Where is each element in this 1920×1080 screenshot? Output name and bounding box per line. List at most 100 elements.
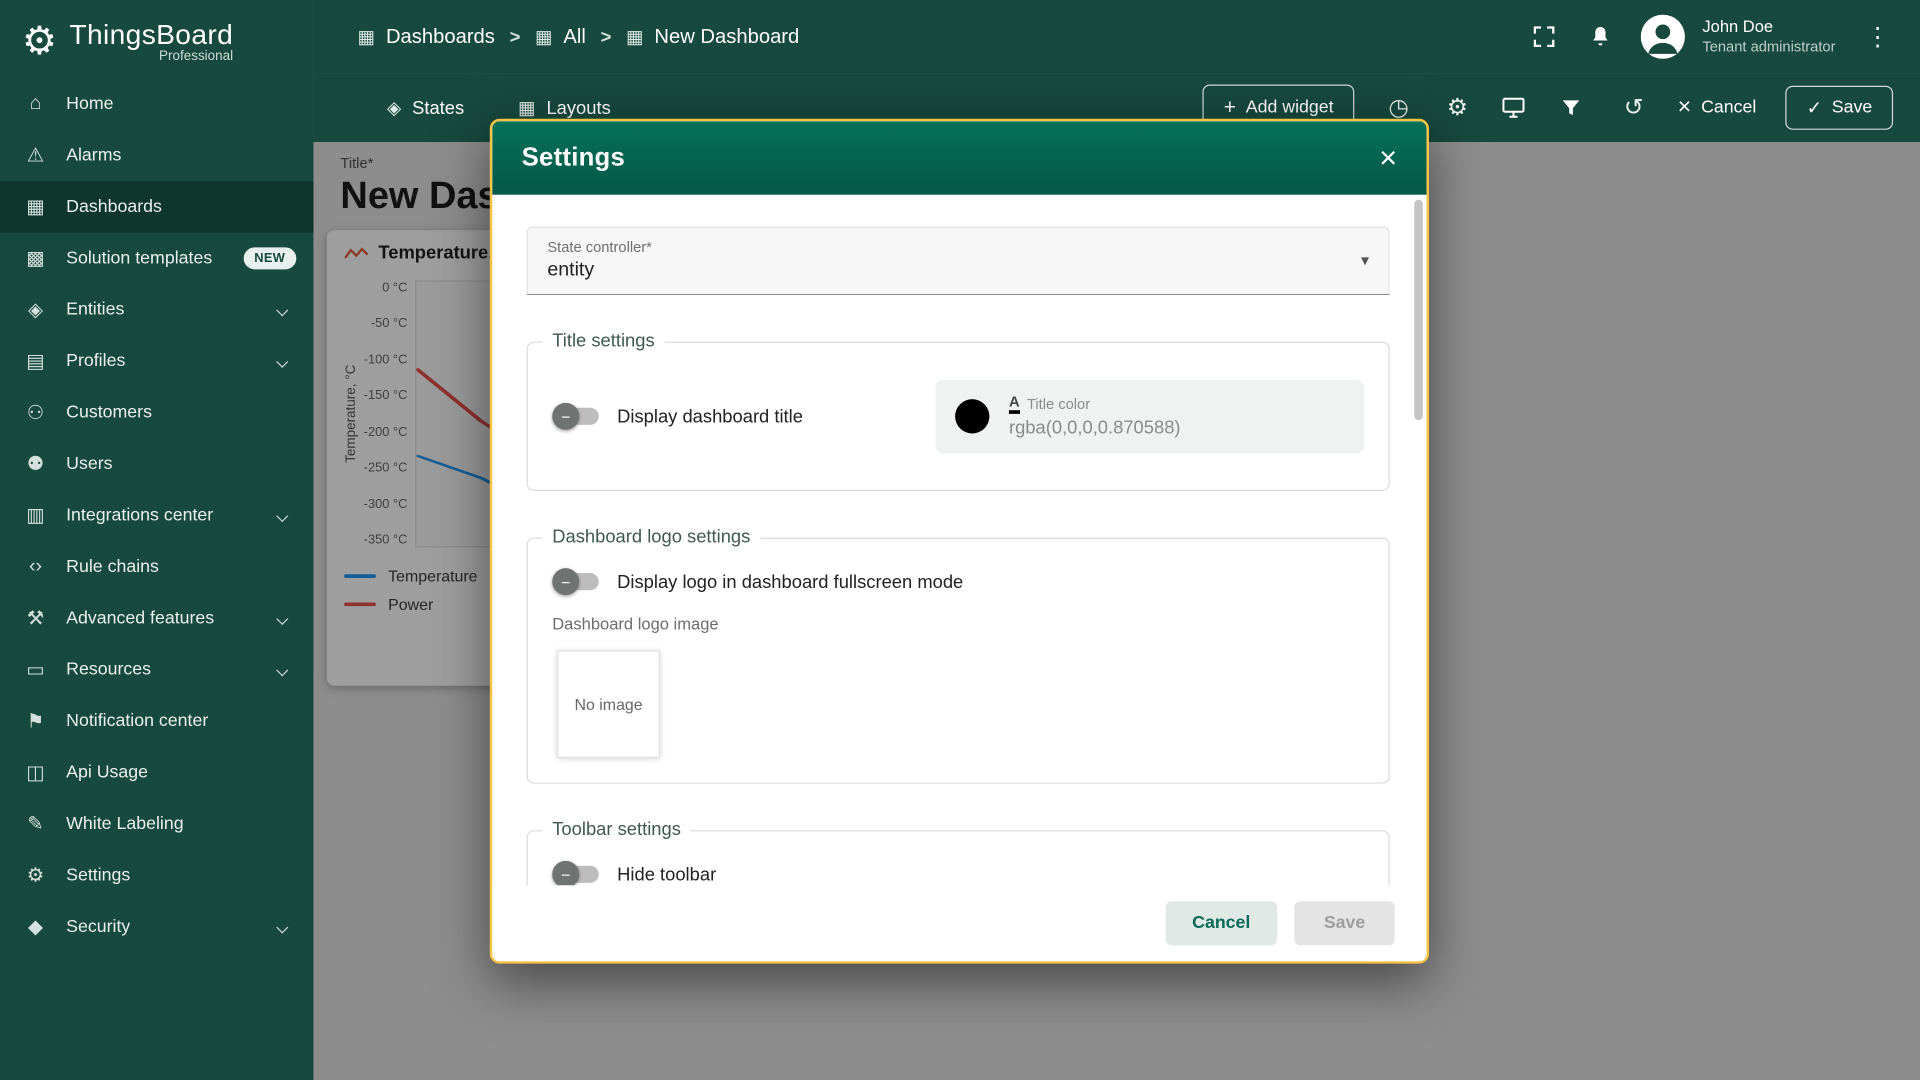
breadcrumb-separator: > (510, 26, 521, 47)
integrations-icon: ▥ (22, 503, 49, 527)
layouts-label: Layouts (546, 97, 610, 118)
sidebar-item-label: Home (66, 94, 113, 114)
sidebar-item-api-usage[interactable]: ◫ Api Usage (0, 747, 313, 798)
layouts-icon: ▦ (518, 97, 535, 119)
dashboard-settings-gear-icon[interactable]: ⚙ (1443, 94, 1472, 122)
sidebar-item-rule-chains[interactable]: ‹› Rule chains (0, 541, 313, 592)
breadcrumb: ▦ Dashboards > ▦ All > ▦ New Dashboard (358, 25, 800, 48)
sidebar-item-label: Users (66, 454, 112, 474)
sidebar-item-white-labeling[interactable]: ✎ White Labeling (0, 798, 313, 849)
timewindow-clock-icon[interactable]: ◷ (1384, 94, 1413, 122)
title-color-value: rgba(0,0,0,0.870588) (1009, 418, 1181, 439)
title-color-label: Title color (1027, 396, 1090, 413)
brand-logo[interactable]: ⚙ ThingsBoard Professional (0, 0, 313, 78)
display-logo-fullscreen-label: Display logo in dashboard fullscreen mod… (617, 571, 963, 592)
breadcrumb-dashboards[interactable]: ▦ Dashboards (358, 25, 495, 48)
title-color-swatch[interactable] (955, 399, 989, 433)
fullscreen-icon[interactable] (1528, 21, 1560, 53)
cancel-button[interactable]: Cancel (1165, 901, 1277, 945)
sidebar-item-profiles[interactable]: ▤ Profiles (0, 336, 313, 387)
sidebar-item-home[interactable]: ⌂ Home (0, 78, 313, 129)
user-avatar[interactable] (1641, 15, 1685, 59)
sidebar-item-label: Notification center (66, 711, 208, 731)
display-dashboard-title-toggle[interactable] (552, 403, 601, 430)
chevron-down-icon (276, 355, 288, 367)
state-controller-value: entity (547, 260, 1369, 282)
brand-subtitle: Professional (159, 48, 233, 63)
sidebar-item-resources[interactable]: ▭ Resources (0, 644, 313, 695)
app-root: ⚙ ThingsBoard Professional ⌂ Home ⚠ Alar… (0, 0, 1920, 1080)
header-actions: John Doe Tenant administrator ⋮ (1528, 15, 1895, 59)
sidebar-item-integrations-center[interactable]: ▥ Integrations center (0, 490, 313, 541)
hide-toolbar-toggle[interactable] (552, 861, 601, 885)
modal-scrollbar-thumb[interactable] (1414, 200, 1423, 420)
settings-dialog-header: Settings × (492, 121, 1426, 194)
filter-icon[interactable] (1560, 97, 1589, 119)
user-info[interactable]: John Doe Tenant administrator (1702, 17, 1835, 56)
sidebar-item-customers[interactable]: ⚇ Customers (0, 387, 313, 438)
close-icon[interactable]: × (1379, 143, 1397, 174)
advanced-features-tools-icon: ⚒ (22, 606, 49, 630)
notifications-bell-icon[interactable] (1585, 21, 1617, 53)
settings-dialog: Settings × State controller* entity ▾ Ti… (490, 119, 1429, 964)
logo-image-dropzone[interactable]: No image (557, 650, 660, 758)
chevron-down-icon (276, 509, 288, 521)
sidebar-item-label: Api Usage (66, 763, 148, 783)
breadcrumb-label: New Dashboard (654, 25, 799, 48)
version-history-icon[interactable]: ↺ (1619, 94, 1648, 122)
state-controller-label: State controller* (547, 239, 1369, 256)
breadcrumb-all[interactable]: ▦ All (535, 25, 586, 48)
display-dashboard-title-row: Display dashboard title (552, 403, 803, 430)
sidebar-item-alarms[interactable]: ⚠ Alarms (0, 130, 313, 181)
kebab-menu-icon[interactable]: ⋮ (1860, 21, 1896, 52)
notification-flag-icon: ⚑ (22, 709, 49, 733)
chevron-down-icon (276, 664, 288, 676)
solution-templates-icon: ▩ (22, 246, 49, 270)
title-color-picker[interactable]: A Title color rgba(0,0,0,0.870588) (936, 380, 1365, 454)
sidebar-item-label: Rule chains (66, 557, 159, 577)
state-controller-select[interactable]: State controller* entity ▾ (527, 227, 1390, 296)
display-dashboard-title-label: Display dashboard title (617, 406, 803, 427)
entities-icon: ◈ (22, 298, 49, 322)
chevron-down-icon (276, 921, 288, 933)
sidebar-item-security[interactable]: ◆ Security (0, 901, 313, 952)
chevron-down-icon: ▾ (1361, 251, 1369, 271)
sidebar-item-entities[interactable]: ◈ Entities (0, 284, 313, 335)
user-name: John Doe (1702, 17, 1835, 38)
sidebar-item-label: Entities (66, 300, 124, 320)
brand-name: ThingsBoard (69, 18, 233, 51)
check-icon (1807, 97, 1822, 119)
customers-icon: ⚇ (22, 400, 49, 424)
states-label: States (412, 97, 464, 118)
sidebar-item-label: Settings (66, 866, 130, 886)
sidebar-item-users[interactable]: ⚉ Users (0, 438, 313, 489)
chevron-down-icon (276, 304, 288, 316)
display-logo-row: Display logo in dashboard fullscreen mod… (552, 568, 1364, 595)
save-button[interactable]: Save (1294, 901, 1394, 945)
sidebar-item-dashboards[interactable]: ▦ Dashboards (0, 181, 313, 232)
sidebar-item-solution-templates[interactable]: ▩ Solution templates NEW (0, 233, 313, 284)
sidebar-item-label: Resources (66, 660, 151, 680)
sidebar-item-label: Customers (66, 403, 152, 423)
toolbar-cancel-button[interactable]: Cancel (1678, 94, 1757, 121)
sidebar-item-label: Integrations center (66, 506, 213, 526)
sidebar-item-notification-center[interactable]: ⚑ Notification center (0, 696, 313, 747)
settings-dialog-title: Settings (522, 143, 625, 172)
breadcrumb-new-dashboard[interactable]: ▦ New Dashboard (626, 25, 799, 48)
security-shield-icon: ◆ (22, 915, 49, 939)
dashboards-grid-icon: ▦ (22, 195, 49, 219)
display-logo-fullscreen-toggle[interactable] (552, 568, 601, 595)
top-header: ▦ Dashboards > ▦ All > ▦ New Dashboard (313, 0, 1920, 73)
chevron-down-icon (276, 612, 288, 624)
manage-layouts-monitor-icon[interactable] (1501, 97, 1530, 119)
toolbar-save-button[interactable]: Save (1786, 86, 1893, 130)
breadcrumb-label: All (563, 25, 585, 48)
sidebar-item-advanced-features[interactable]: ⚒ Advanced features (0, 593, 313, 644)
breadcrumb-label: Dashboards (386, 25, 495, 48)
dashboard-logo-image-label: Dashboard logo image (552, 615, 1364, 633)
states-icon: ◈ (387, 97, 401, 119)
sidebar-item-settings[interactable]: ⚙ Settings (0, 850, 313, 901)
layouts-button[interactable]: ▦ Layouts (518, 97, 611, 119)
states-button[interactable]: ◈ States (387, 97, 464, 119)
settings-dialog-footer: Cancel Save (492, 885, 1426, 961)
